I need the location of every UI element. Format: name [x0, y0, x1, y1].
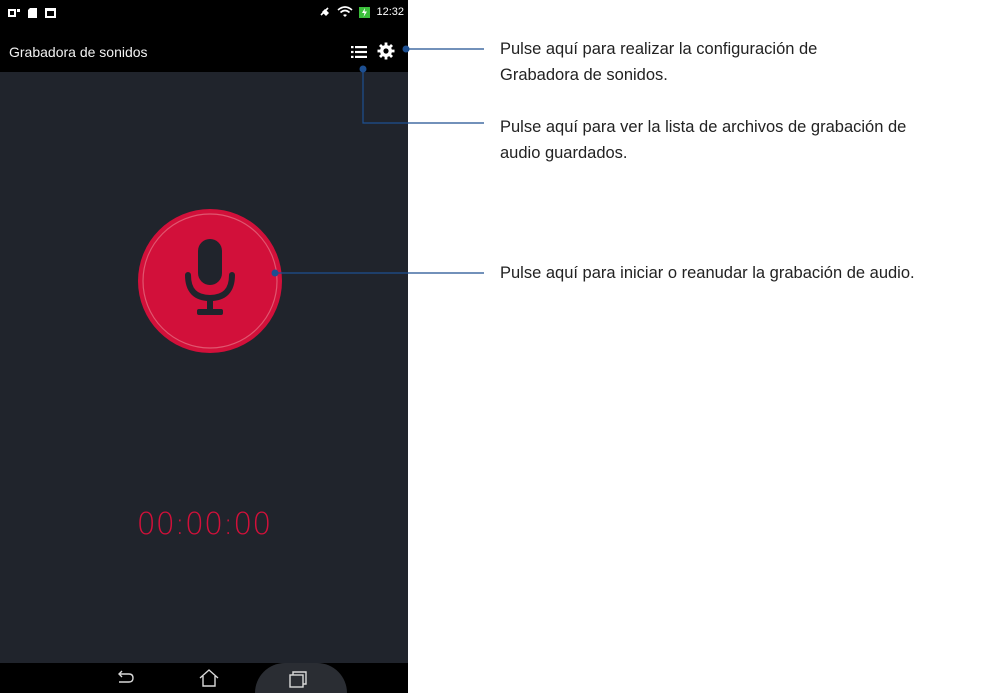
annotation-list-line2: audio guardados. — [500, 144, 628, 162]
callout-lines — [271, 45, 484, 277]
annotation-settings-line1: Pulse aquí para realizar la configuració… — [500, 40, 818, 58]
annotation-settings-line2: Grabadora de sonidos. — [500, 66, 668, 84]
annotation-list-line1: Pulse aquí para ver la lista de archivos… — [500, 118, 907, 136]
annotation-list: Pulse aquí para ver la lista de archivos… — [500, 114, 906, 166]
annotation-settings: Pulse aquí para realizar la configuració… — [500, 36, 817, 88]
annotation-record-line: Pulse aquí para iniciar o reanudar la gr… — [500, 264, 915, 282]
annotation-record: Pulse aquí para iniciar o reanudar la gr… — [500, 260, 915, 286]
